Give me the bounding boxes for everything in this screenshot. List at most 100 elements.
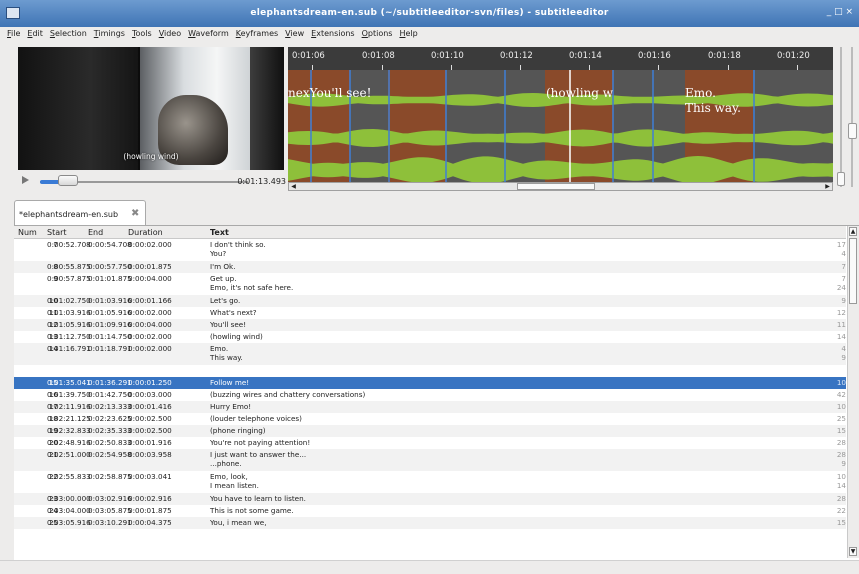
row-text[interactable]: You, i mean we, [210,518,267,527]
row-text[interactable]: Follow me! [210,378,249,387]
row-text[interactable]: (louder telephone voices) [210,414,302,423]
seek-thumb[interactable] [58,175,78,186]
waveform-zoom-slider[interactable] [837,47,845,187]
col-text[interactable]: Text [210,228,229,237]
table-row[interactable]: 19 0:02:32.833 0:02:35.333 0:00:02.500 (phon… [14,425,846,437]
table-row[interactable]: 13 0:01:12.750 0:01:14.750 0:00:02.000 (howl… [14,331,846,343]
row-end: 0:02:58.875 [88,472,132,481]
col-end[interactable]: End [88,228,103,237]
menu-item-waveform[interactable]: Waveform [188,29,229,38]
menu-item-extensions[interactable]: Extensions [311,29,354,38]
table-scrollbar[interactable]: ▲ ▼ [847,226,859,558]
row-duration: 0:00:02.000 [128,332,172,341]
row-text[interactable]: You're not paying attention! [210,438,310,447]
row-text[interactable]: (howling wind) [210,332,263,341]
row-cps-line: 4 [841,249,846,258]
table-row[interactable]: 20 0:02:48.916 0:02:50.833 0:00:01.916 You'r… [14,437,846,449]
row-cps: 17 4 [837,240,846,258]
table-row[interactable]: 18 0:02:21.125 0:02:23.625 0:00:02.500 (loud… [14,413,846,425]
table-row[interactable]: 14 0:01:16.791 0:01:18.791 0:00:02.000 Emo. T… [14,343,846,365]
table-row[interactable]: 8 0:00:55.875 0:00:57.750 0:00:01.875 I'm Ok… [14,261,846,273]
menu-item-tools[interactable]: Tools [132,29,152,38]
row-text[interactable]: Get up. Emo, it's not safe here. [210,274,293,292]
table-row[interactable] [14,365,846,377]
row-text[interactable]: You'll see! [210,320,246,329]
window-title: elephantsdream-en.sub (~/subtitleeditor-… [250,8,609,18]
row-text-line: You're not paying attention! [210,438,311,447]
window-controls[interactable]: _ □ × [827,7,853,17]
menu-item-file[interactable]: File [7,29,20,38]
table-row[interactable]: 23 0:03:00.000 0:03:02.916 0:00:02.916 You h… [14,493,846,505]
menu-item-edit[interactable]: Edit [27,29,43,38]
col-duration[interactable]: Duration [128,228,163,237]
row-text[interactable]: I don't think so. You? [210,240,266,258]
table-scroll-thumb[interactable] [849,238,857,304]
scroll-right-icon[interactable]: ▶ [823,183,832,190]
menu-item-keyframes[interactable]: Keyframes [236,29,278,38]
menu-item-video[interactable]: Video [159,29,181,38]
scroll-down-icon[interactable]: ▼ [849,547,857,556]
row-text[interactable]: What's next? [210,308,257,317]
zoom-knob[interactable] [837,172,845,186]
table-row[interactable]: 21 0:02:51.000 0:02:54.958 0:00:03.958 I jus… [14,449,846,471]
waveform-scrollbar[interactable]: ◀ ▶ [288,182,833,191]
row-text[interactable]: I just want to answer the... ...phone. [210,450,306,468]
row-text-line: This way. [210,353,243,362]
col-start[interactable]: Start [47,228,67,237]
waveform-scroll-thumb[interactable] [517,183,595,190]
table-row[interactable]: 22 0:02:55.833 0:02:58.875 0:00:03.041 Emo, … [14,471,846,493]
row-text[interactable]: Let's go. [210,296,240,305]
row-cps: 25 [837,414,846,423]
table-row-selected[interactable]: 15 0:01:35.041 0:01:36.291 0:00:01.250 Follo… [14,377,846,389]
table-row[interactable]: 17 0:02:11.916 0:02:13.333 0:00:01.416 Hurry… [14,401,846,413]
table-row[interactable]: 12 0:01:05.916 0:01:09.916 0:00:04.000 You'l… [14,319,846,331]
scale-knob[interactable] [848,123,857,139]
scroll-up-icon[interactable]: ▲ [849,227,857,236]
menu-item-selection[interactable]: Selection [50,29,87,38]
row-end: 0:02:54.958 [88,450,132,459]
play-icon[interactable] [22,176,29,184]
video-player[interactable]: (howling wind) [18,47,284,170]
row-text[interactable]: This is not some game. [210,506,294,515]
row-start: 0:02:51.000 [47,450,91,459]
table-row[interactable]: 25 0:03:05.916 0:03:10.291 0:00:04.375 You, … [14,517,846,529]
row-text[interactable]: Hurry Emo! [210,402,251,411]
table-row[interactable]: 11 0:01:03.916 0:01:05.916 0:00:02.000 What'… [14,307,846,319]
row-start: 0:01:16.791 [47,344,91,353]
waveform-view[interactable]: 0:01:06 0:01:08 0:01:10 0:01:12 0:01:14 0:01:… [288,47,833,182]
row-duration: 0:00:02.500 [128,414,172,423]
menu-item-help[interactable]: Help [399,29,417,38]
menu-item-options[interactable]: Options [362,29,393,38]
row-text[interactable]: (buzzing wires and chattery conversation… [210,390,365,399]
row-cps-line: 9 [841,296,846,305]
table-row[interactable]: 24 0:03:04.000 0:03:05.875 0:00:01.875 This … [14,505,846,517]
row-text-line: Emo, look, [210,472,248,481]
tab-document[interactable]: *elephantsdream-en.sub ✖ [14,200,146,225]
menu-item-view[interactable]: View [285,29,304,38]
row-cps: 28 [837,494,846,503]
row-text-line: I just want to answer the... [210,450,307,459]
row-start: 0:01:02.750 [47,296,91,305]
row-end: 0:00:54.708 [88,240,132,249]
row-end: 0:01:05.916 [88,308,132,317]
row-duration: 0:00:04.375 [128,518,172,527]
col-num[interactable]: Num [18,228,37,237]
close-tab-icon[interactable]: ✖ [131,208,139,219]
waveform-display[interactable]: nexYou'll see! (howling w Emo. This way. [288,70,833,182]
table-row[interactable]: 7 0:00:52.708 0:00:54.708 0:00:02.000 I don'… [14,239,846,261]
row-text[interactable]: (phone ringing) [210,426,266,435]
row-text[interactable]: Emo. This way. [210,344,243,362]
row-text[interactable]: Emo, look, I mean listen. [210,472,259,490]
row-end: 0:03:05.875 [88,506,132,515]
table-row[interactable]: 16 0:01:39.750 0:01:42.750 0:00:03.000 (buzz… [14,389,846,401]
menu-item-timings[interactable]: Timings [94,29,125,38]
row-cps-line: 42 [836,390,846,399]
row-duration: 0:00:03.041 [128,472,172,481]
row-duration: 0:00:04.000 [128,320,172,329]
scroll-left-icon[interactable]: ◀ [289,183,298,190]
table-row[interactable]: 9 0:00:57.875 0:01:01.875 0:00:04.000 Get up… [14,273,846,295]
waveform-scale-slider[interactable] [848,47,857,187]
row-text[interactable]: You have to learn to listen. [210,494,306,503]
table-row[interactable]: 10 0:01:02.750 0:01:03.916 0:00:01.166 Let's… [14,295,846,307]
row-text[interactable]: I'm Ok. [210,262,236,271]
